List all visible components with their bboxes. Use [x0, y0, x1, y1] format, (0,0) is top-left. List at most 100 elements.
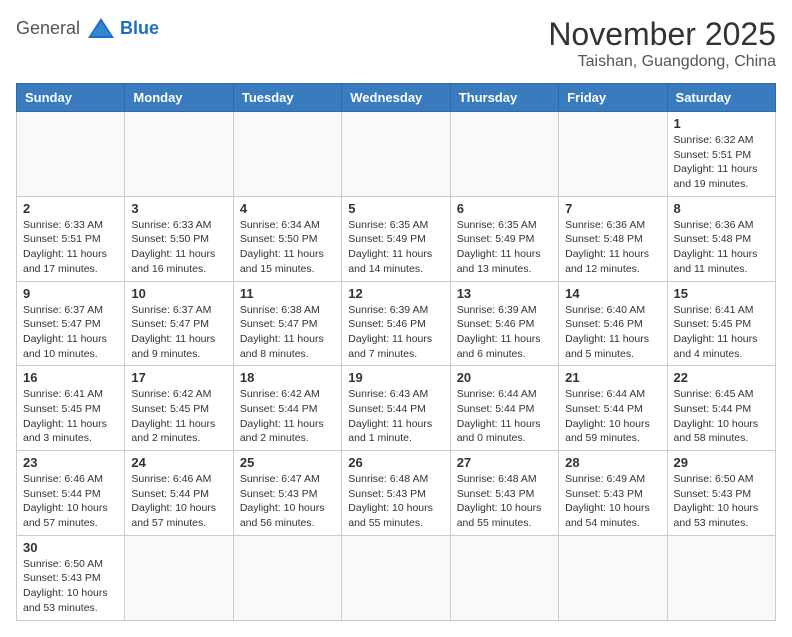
calendar-cell: [233, 112, 341, 197]
calendar-cell: [667, 535, 775, 620]
day-info: Sunrise: 6:34 AM Sunset: 5:50 PM Dayligh…: [240, 218, 335, 277]
day-info: Sunrise: 6:41 AM Sunset: 5:45 PM Dayligh…: [23, 387, 118, 446]
day-info: Sunrise: 6:40 AM Sunset: 5:46 PM Dayligh…: [565, 303, 660, 362]
day-info: Sunrise: 6:37 AM Sunset: 5:47 PM Dayligh…: [131, 303, 226, 362]
month-title: November 2025: [548, 16, 776, 53]
calendar-header-monday: Monday: [125, 84, 233, 112]
day-info: Sunrise: 6:50 AM Sunset: 5:43 PM Dayligh…: [674, 472, 769, 531]
day-info: Sunrise: 6:44 AM Sunset: 5:44 PM Dayligh…: [565, 387, 660, 446]
day-number: 16: [23, 370, 118, 385]
day-info: Sunrise: 6:41 AM Sunset: 5:45 PM Dayligh…: [674, 303, 769, 362]
calendar-cell: 4 Sunrise: 6:34 AM Sunset: 5:50 PM Daylig…: [233, 196, 341, 281]
calendar-header-tuesday: Tuesday: [233, 84, 341, 112]
day-info: Sunrise: 6:47 AM Sunset: 5:43 PM Dayligh…: [240, 472, 335, 531]
day-info: Sunrise: 6:42 AM Sunset: 5:45 PM Dayligh…: [131, 387, 226, 446]
calendar-cell: [125, 535, 233, 620]
calendar-cell: 17 Sunrise: 6:42 AM Sunset: 5:45 PM Dayli…: [125, 366, 233, 451]
calendar-cell: 20 Sunrise: 6:44 AM Sunset: 5:44 PM Dayli…: [450, 366, 558, 451]
title-area: November 2025 Taishan, Guangdong, China: [548, 16, 776, 71]
day-info: Sunrise: 6:33 AM Sunset: 5:50 PM Dayligh…: [131, 218, 226, 277]
calendar-cell: 11 Sunrise: 6:38 AM Sunset: 5:47 PM Dayli…: [233, 281, 341, 366]
day-info: Sunrise: 6:43 AM Sunset: 5:44 PM Dayligh…: [348, 387, 443, 446]
calendar-cell: [450, 112, 558, 197]
day-number: 11: [240, 286, 335, 301]
day-info: Sunrise: 6:48 AM Sunset: 5:43 PM Dayligh…: [348, 472, 443, 531]
calendar-cell: 1Sunrise: 6:32 AM Sunset: 5:51 PM Daylig…: [667, 112, 775, 197]
day-number: 24: [131, 455, 226, 470]
day-info: Sunrise: 6:42 AM Sunset: 5:44 PM Dayligh…: [240, 387, 335, 446]
logo-general-text: General: [16, 18, 80, 39]
day-number: 20: [457, 370, 552, 385]
day-number: 9: [23, 286, 118, 301]
day-number: 30: [23, 540, 118, 555]
day-number: 17: [131, 370, 226, 385]
calendar-week-row: 16 Sunrise: 6:41 AM Sunset: 5:45 PM Dayli…: [17, 366, 776, 451]
calendar-cell: 9Sunrise: 6:37 AM Sunset: 5:47 PM Daylig…: [17, 281, 125, 366]
day-info: Sunrise: 6:33 AM Sunset: 5:51 PM Dayligh…: [23, 218, 118, 277]
calendar-cell: 15 Sunrise: 6:41 AM Sunset: 5:45 PM Dayli…: [667, 281, 775, 366]
day-info: Sunrise: 6:39 AM Sunset: 5:46 PM Dayligh…: [457, 303, 552, 362]
day-info: Sunrise: 6:39 AM Sunset: 5:46 PM Dayligh…: [348, 303, 443, 362]
day-number: 14: [565, 286, 660, 301]
calendar-cell: [559, 112, 667, 197]
day-info: Sunrise: 6:45 AM Sunset: 5:44 PM Dayligh…: [674, 387, 769, 446]
day-info: Sunrise: 6:38 AM Sunset: 5:47 PM Dayligh…: [240, 303, 335, 362]
day-info: Sunrise: 6:36 AM Sunset: 5:48 PM Dayligh…: [674, 218, 769, 277]
calendar-cell: 21 Sunrise: 6:44 AM Sunset: 5:44 PM Dayli…: [559, 366, 667, 451]
calendar-cell: 3 Sunrise: 6:33 AM Sunset: 5:50 PM Daylig…: [125, 196, 233, 281]
day-number: 8: [674, 201, 769, 216]
calendar-cell: 19 Sunrise: 6:43 AM Sunset: 5:44 PM Dayli…: [342, 366, 450, 451]
day-number: 21: [565, 370, 660, 385]
calendar-cell: 12 Sunrise: 6:39 AM Sunset: 5:46 PM Dayli…: [342, 281, 450, 366]
calendar-cell: 18Sunrise: 6:42 AM Sunset: 5:44 PM Dayli…: [233, 366, 341, 451]
calendar-header-thursday: Thursday: [450, 84, 558, 112]
calendar-cell: 8 Sunrise: 6:36 AM Sunset: 5:48 PM Daylig…: [667, 196, 775, 281]
day-number: 7: [565, 201, 660, 216]
day-number: 6: [457, 201, 552, 216]
calendar-cell: [342, 535, 450, 620]
calendar-header-saturday: Saturday: [667, 84, 775, 112]
day-info: Sunrise: 6:50 AM Sunset: 5:43 PM Dayligh…: [23, 557, 118, 616]
day-number: 28: [565, 455, 660, 470]
calendar-cell: 30 Sunrise: 6:50 AM Sunset: 5:43 PM Dayli…: [17, 535, 125, 620]
calendar-cell: [233, 535, 341, 620]
calendar-cell: [17, 112, 125, 197]
calendar-cell: 29Sunrise: 6:50 AM Sunset: 5:43 PM Dayli…: [667, 451, 775, 536]
calendar-cell: 23 Sunrise: 6:46 AM Sunset: 5:44 PM Dayli…: [17, 451, 125, 536]
day-number: 12: [348, 286, 443, 301]
day-number: 1: [674, 116, 769, 131]
day-info: Sunrise: 6:48 AM Sunset: 5:43 PM Dayligh…: [457, 472, 552, 531]
calendar-cell: 26 Sunrise: 6:48 AM Sunset: 5:43 PM Dayli…: [342, 451, 450, 536]
day-number: 4: [240, 201, 335, 216]
day-number: 10: [131, 286, 226, 301]
day-info: Sunrise: 6:35 AM Sunset: 5:49 PM Dayligh…: [457, 218, 552, 277]
day-number: 27: [457, 455, 552, 470]
calendar-cell: 28 Sunrise: 6:49 AM Sunset: 5:43 PM Dayli…: [559, 451, 667, 536]
calendar-cell: [450, 535, 558, 620]
calendar-header-wednesday: Wednesday: [342, 84, 450, 112]
day-number: 13: [457, 286, 552, 301]
calendar-cell: 7 Sunrise: 6:36 AM Sunset: 5:48 PM Daylig…: [559, 196, 667, 281]
calendar-cell: 16 Sunrise: 6:41 AM Sunset: 5:45 PM Dayli…: [17, 366, 125, 451]
calendar-cell: 22 Sunrise: 6:45 AM Sunset: 5:44 PM Dayli…: [667, 366, 775, 451]
calendar-cell: [559, 535, 667, 620]
header: General Blue November 2025 Taishan, Guan…: [16, 16, 776, 71]
day-number: 23: [23, 455, 118, 470]
calendar: SundayMondayTuesdayWednesdayThursdayFrid…: [16, 83, 776, 621]
calendar-cell: 14 Sunrise: 6:40 AM Sunset: 5:46 PM Dayli…: [559, 281, 667, 366]
day-info: Sunrise: 6:36 AM Sunset: 5:48 PM Dayligh…: [565, 218, 660, 277]
day-number: 26: [348, 455, 443, 470]
day-number: 3: [131, 201, 226, 216]
day-number: 15: [674, 286, 769, 301]
logo-icon: [86, 16, 116, 40]
calendar-cell: 13 Sunrise: 6:39 AM Sunset: 5:46 PM Dayli…: [450, 281, 558, 366]
calendar-cell: 25 Sunrise: 6:47 AM Sunset: 5:43 PM Dayli…: [233, 451, 341, 536]
day-number: 19: [348, 370, 443, 385]
calendar-cell: [125, 112, 233, 197]
day-info: Sunrise: 6:46 AM Sunset: 5:44 PM Dayligh…: [23, 472, 118, 531]
day-number: 22: [674, 370, 769, 385]
day-number: 25: [240, 455, 335, 470]
calendar-header-row: SundayMondayTuesdayWednesdayThursdayFrid…: [17, 84, 776, 112]
day-info: Sunrise: 6:44 AM Sunset: 5:44 PM Dayligh…: [457, 387, 552, 446]
day-info: Sunrise: 6:49 AM Sunset: 5:43 PM Dayligh…: [565, 472, 660, 531]
